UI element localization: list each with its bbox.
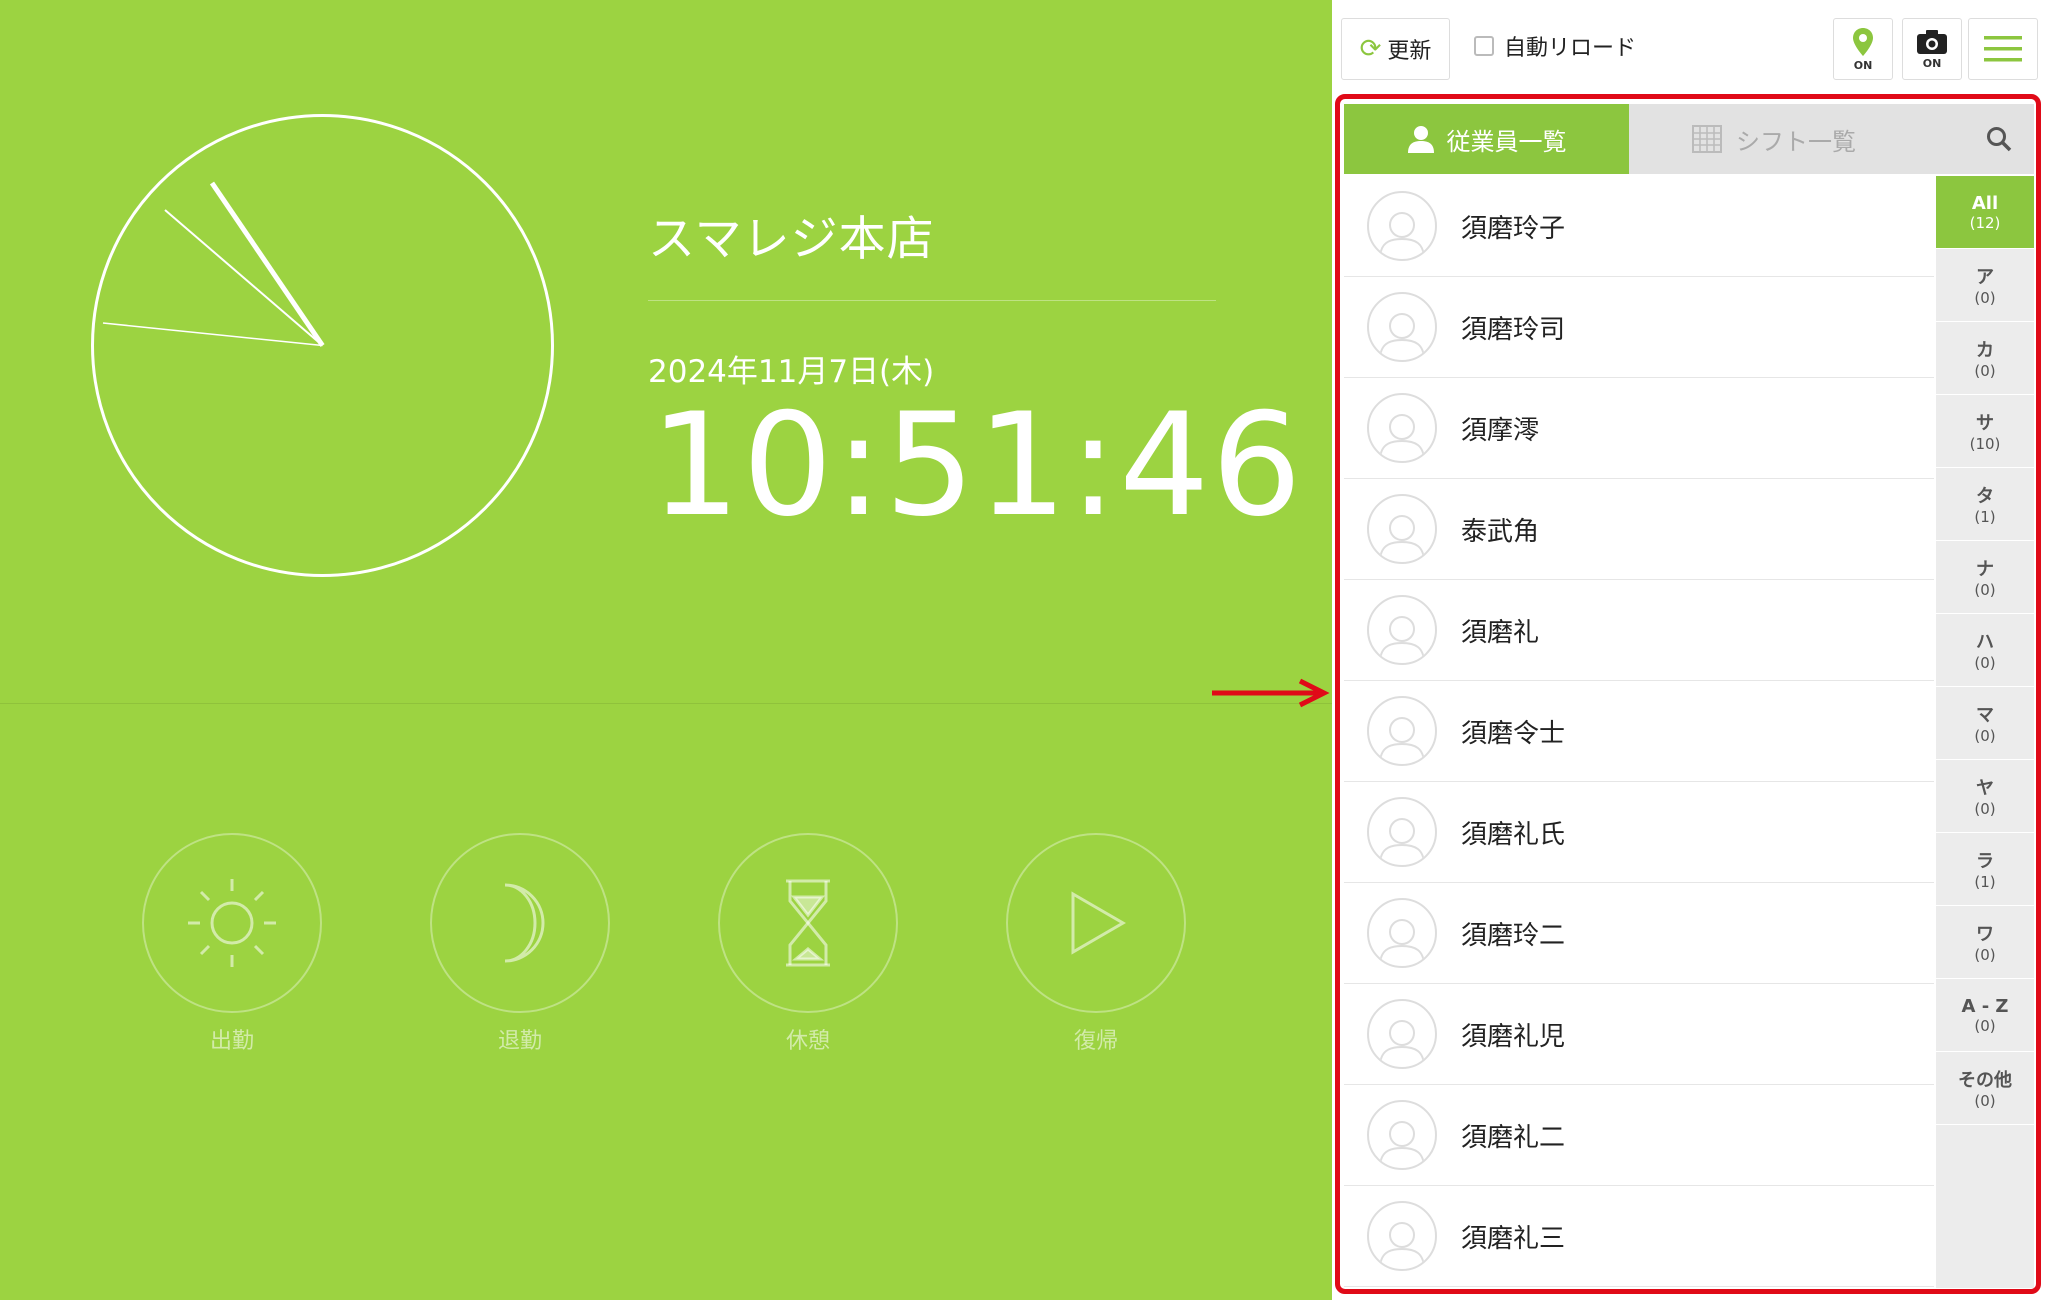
analog-clock xyxy=(91,114,554,577)
employee-panel: ⟳ 更新 自動リロード ON ON 従業員一覧 シフト一覧 須磨玲子 須磨玲司 … xyxy=(1332,0,2048,1300)
clock-in-button[interactable]: 出勤 xyxy=(142,833,322,1055)
play-icon xyxy=(1071,891,1126,955)
second-hand xyxy=(102,322,323,347)
highlight-frame xyxy=(1335,94,2041,1294)
reload-label: 更新 xyxy=(1387,39,1432,64)
hourglass-icon xyxy=(786,879,830,967)
moon-icon xyxy=(504,883,545,963)
camera-status: ON xyxy=(1922,56,1942,70)
hamburger-menu-icon xyxy=(1984,36,2022,62)
camera-icon xyxy=(1917,29,1947,54)
current-time: 10:51:46 xyxy=(650,383,1304,548)
clock-in-label: 出勤 xyxy=(209,1029,254,1054)
location-pin-icon xyxy=(1853,27,1873,56)
clock-out-button[interactable]: 退勤 xyxy=(430,833,610,1055)
auto-reload-label: 自動リロード xyxy=(1504,36,1637,61)
auto-reload-toggle[interactable]: 自動リロード xyxy=(1474,30,1636,62)
camera-button[interactable]: ON xyxy=(1902,18,1962,80)
pointer-arrow-icon xyxy=(1212,678,1330,708)
clock-out-label: 退勤 xyxy=(497,1029,542,1054)
location-status: ON xyxy=(1853,58,1873,72)
toolbar: ⟳ 更新 自動リロード ON ON xyxy=(1332,0,2048,96)
resume-button[interactable]: 復帰 xyxy=(1006,833,1186,1055)
clock-panel: スマレジ本店 2024年11月7日(木) 10:51:46 出勤 退勤 休憩 復… xyxy=(0,0,1332,1300)
menu-button[interactable] xyxy=(1968,18,2038,80)
section-divider xyxy=(0,703,1332,704)
reload-button[interactable]: ⟳ 更新 xyxy=(1341,18,1450,80)
divider xyxy=(648,300,1216,301)
store-name: スマレジ本店 xyxy=(648,212,935,267)
break-button[interactable]: 休憩 xyxy=(718,833,898,1055)
location-button[interactable]: ON xyxy=(1833,18,1893,80)
reload-icon: ⟳ xyxy=(1359,34,1382,64)
resume-label: 復帰 xyxy=(1073,1029,1118,1054)
auto-reload-checkbox[interactable] xyxy=(1474,36,1494,56)
break-label: 休憩 xyxy=(785,1029,830,1054)
sun-icon xyxy=(188,879,276,967)
